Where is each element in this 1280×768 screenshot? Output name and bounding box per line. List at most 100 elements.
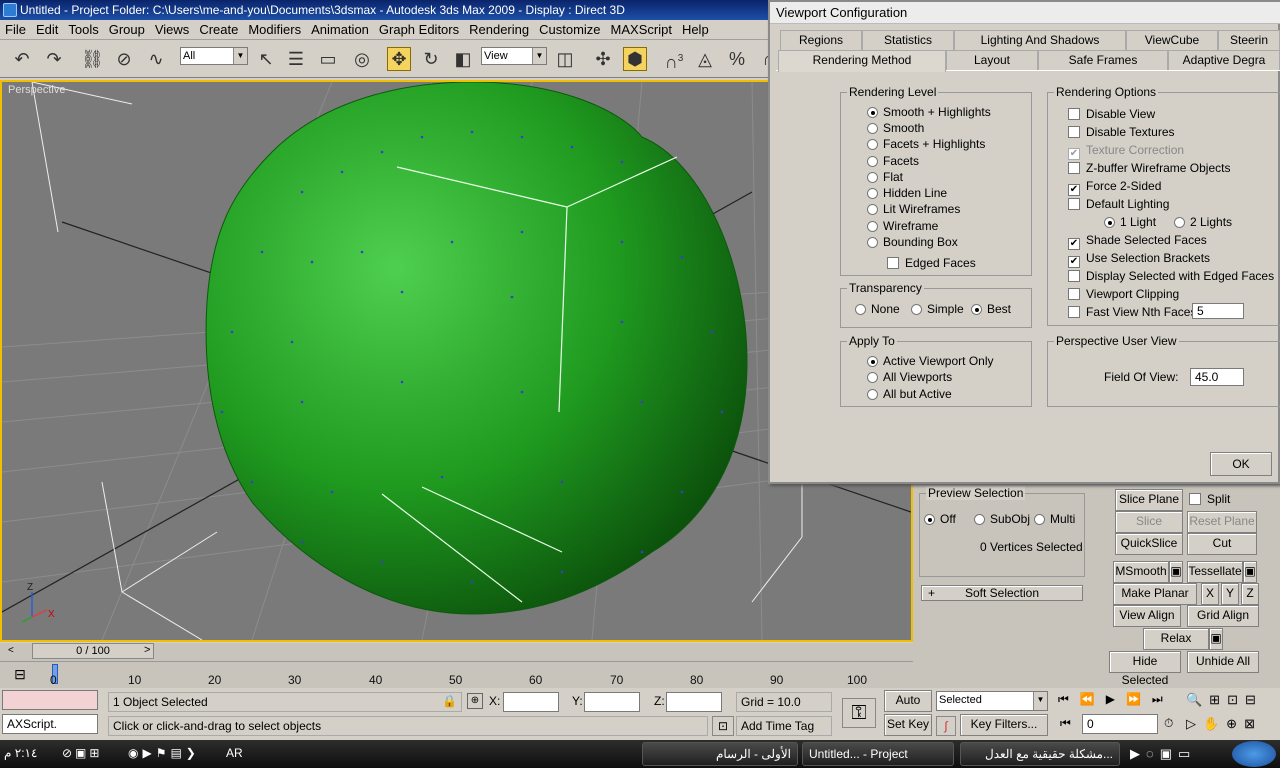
quick-launch-icons[interactable]: ◉▶⚑▤❯ <box>128 746 200 760</box>
disable-view-checkbox[interactable]: Disable View <box>1068 107 1155 121</box>
menu-create[interactable]: Create <box>194 20 243 40</box>
menu-animation[interactable]: Animation <box>306 20 374 40</box>
key-mode-toggle-icon[interactable]: ⏮ <box>1060 716 1071 731</box>
ref-coord-dropdown[interactable]: View ▼ <box>481 47 547 65</box>
tessellate-button[interactable]: Tessellate <box>1187 561 1243 583</box>
reset-plane-button[interactable]: Reset Plane <box>1187 511 1257 533</box>
planar-x-button[interactable]: X <box>1201 583 1219 605</box>
default-lighting-checkbox[interactable]: Default Lighting <box>1068 197 1169 211</box>
time-slider[interactable]: 0 / 100 < > <box>0 643 913 661</box>
keyboard-shortcut-override-icon[interactable]: ⬢ <box>623 47 647 71</box>
snap-toggle-icon[interactable]: ∩3 <box>661 47 687 72</box>
pinned-icons[interactable]: ▶◌▣▭ <box>1130 746 1196 762</box>
time-slider-thumb[interactable]: 0 / 100 <box>32 643 154 659</box>
fov-spinner[interactable]: 45.0 <box>1190 368 1244 386</box>
unhide-all-button[interactable]: Unhide All <box>1187 651 1259 673</box>
scale-icon[interactable]: ◧ <box>451 47 475 71</box>
menu-rendering[interactable]: Rendering <box>464 20 534 40</box>
angle-snap-icon[interactable]: ◬ <box>693 47 717 71</box>
tab-adaptive-degradation[interactable]: Adaptive Degra <box>1168 50 1280 70</box>
start-orb-icon[interactable] <box>1232 741 1276 767</box>
viewport-nav-controls-top[interactable]: 🔍⊞⊡⊟ <box>1186 692 1263 708</box>
viewport-label[interactable]: Perspective <box>8 84 65 96</box>
preview-subobj-radio[interactable]: SubObj <box>974 512 1030 526</box>
fast-view-nth-checkbox[interactable]: Fast View Nth Faces: <box>1068 305 1200 319</box>
language-indicator[interactable]: AR <box>226 746 243 760</box>
select-by-name-icon[interactable]: ☰ <box>284 47 308 71</box>
relax-button[interactable]: Relax <box>1143 628 1209 650</box>
slice-button[interactable]: Slice <box>1115 511 1183 533</box>
menu-modifiers[interactable]: Modifiers <box>243 20 306 40</box>
radio-flat[interactable]: Flat <box>867 170 903 184</box>
menu-edit[interactable]: Edit <box>31 20 63 40</box>
ok-button[interactable]: OK <box>1210 452 1272 476</box>
radio-active-viewport[interactable]: Active Viewport Only <box>867 354 994 368</box>
radio-bounding-box[interactable]: Bounding Box <box>867 235 958 249</box>
tab-regions[interactable]: Regions <box>780 30 862 50</box>
split-checkbox[interactable]: Split <box>1189 492 1230 506</box>
menu-graph-editors[interactable]: Graph Editors <box>374 20 464 40</box>
z-coord-field[interactable] <box>666 692 722 712</box>
radio-all-but-active[interactable]: All but Active <box>867 387 952 401</box>
rect-selection-icon[interactable]: ▭ <box>316 47 340 71</box>
display-selected-edged-checkbox[interactable]: Display Selected with Edged Faces <box>1068 269 1274 283</box>
tab-lighting-and-shadows[interactable]: Lighting And Shadows <box>954 30 1126 50</box>
menu-group[interactable]: Group <box>104 20 150 40</box>
radio-transparency-simple[interactable]: Simple <box>911 302 964 316</box>
force-2-sided-checkbox[interactable]: ✔ Force 2-Sided <box>1068 179 1161 196</box>
planar-z-button[interactable]: Z <box>1241 583 1259 605</box>
chevron-right-icon[interactable]: > <box>144 644 150 656</box>
select-manipulate-icon[interactable]: ✣ <box>591 47 615 71</box>
curve-tangent-icon[interactable]: ∫ <box>936 716 956 736</box>
absolute-mode-icon[interactable]: ⊕ <box>467 693 483 709</box>
grid-align-button[interactable]: Grid Align <box>1187 605 1259 627</box>
radio-wireframe[interactable]: Wireframe <box>867 219 938 233</box>
tab-viewcube[interactable]: ViewCube <box>1126 30 1218 50</box>
quickslice-button[interactable]: QuickSlice <box>1115 533 1183 555</box>
key-mode-dropdown[interactable]: Selected ▼ <box>936 691 1048 711</box>
relax-settings-icon[interactable]: ▣ <box>1209 628 1223 650</box>
window-crossing-icon[interactable]: ◎ <box>350 47 374 71</box>
slice-plane-button[interactable]: Slice Plane <box>1115 489 1183 511</box>
preview-off-radio[interactable]: Off <box>924 512 956 526</box>
use-selection-brackets-checkbox[interactable]: ✔ Use Selection Brackets <box>1068 251 1210 268</box>
menu-file[interactable]: File <box>0 20 31 40</box>
tab-steering[interactable]: Steerin <box>1218 30 1280 50</box>
tab-statistics[interactable]: Statistics <box>862 30 954 50</box>
shade-selected-faces-checkbox[interactable]: ✔ Shade Selected Faces <box>1068 233 1207 250</box>
taskbar-browser[interactable]: مشكلة حقيقية مع العدل... <box>960 742 1120 766</box>
radio-one-light[interactable]: 1 Light <box>1104 215 1156 229</box>
key-icon[interactable]: ⚿ <box>842 698 876 728</box>
auto-key-button[interactable]: Auto Key <box>884 690 932 726</box>
maxscript-listener-pink[interactable] <box>2 690 98 710</box>
maxscript-mini-listener[interactable]: AXScript. <box>2 714 98 734</box>
radio-two-lights[interactable]: 2 Lights <box>1174 215 1232 229</box>
menu-customize[interactable]: Customize <box>534 20 605 40</box>
bind-space-warp-icon[interactable]: ∿ <box>144 47 168 71</box>
select-object-icon[interactable]: ↖ <box>254 47 278 71</box>
time-tag-icon[interactable]: ⊡ <box>712 716 734 736</box>
set-key-button[interactable]: Set Key <box>884 714 932 736</box>
undo-icon[interactable]: ↶ <box>10 47 34 71</box>
x-coord-field[interactable] <box>503 692 559 712</box>
radio-facets-highlights[interactable]: Facets + Highlights <box>867 137 985 151</box>
nth-faces-spinner[interactable]: 5 <box>1192 303 1244 319</box>
menu-maxscript[interactable]: MAXScript <box>606 20 677 40</box>
move-icon[interactable]: ✥ <box>387 47 411 71</box>
current-frame-field[interactable]: 0 <box>1082 714 1158 734</box>
tab-safe-frames[interactable]: Safe Frames <box>1038 50 1168 70</box>
cut-button[interactable]: Cut <box>1187 533 1257 555</box>
taskbar-paint[interactable]: الأولى - الرسام <box>642 742 798 766</box>
msmooth-settings-icon[interactable]: ▣ <box>1169 561 1183 583</box>
menu-tools[interactable]: Tools <box>63 20 103 40</box>
add-time-tag[interactable]: Add Time Tag <box>736 716 832 736</box>
y-coord-field[interactable] <box>584 692 640 712</box>
hide-selected-button[interactable]: Hide Selected <box>1109 651 1181 687</box>
track-bar[interactable]: ⊟ 0 10 20 30 40 50 60 70 80 90 100 <box>0 661 913 688</box>
zbuffer-wireframe-checkbox[interactable]: Z-buffer Wireframe Objects <box>1068 161 1230 175</box>
make-planar-button[interactable]: Make Planar <box>1113 583 1197 605</box>
disable-textures-checkbox[interactable]: Disable Textures <box>1068 125 1175 139</box>
radio-smooth-highlights[interactable]: Smooth + Highlights <box>867 105 991 119</box>
select-link-icon[interactable]: ⛓ <box>80 47 104 71</box>
msmooth-button[interactable]: MSmooth <box>1113 561 1169 583</box>
